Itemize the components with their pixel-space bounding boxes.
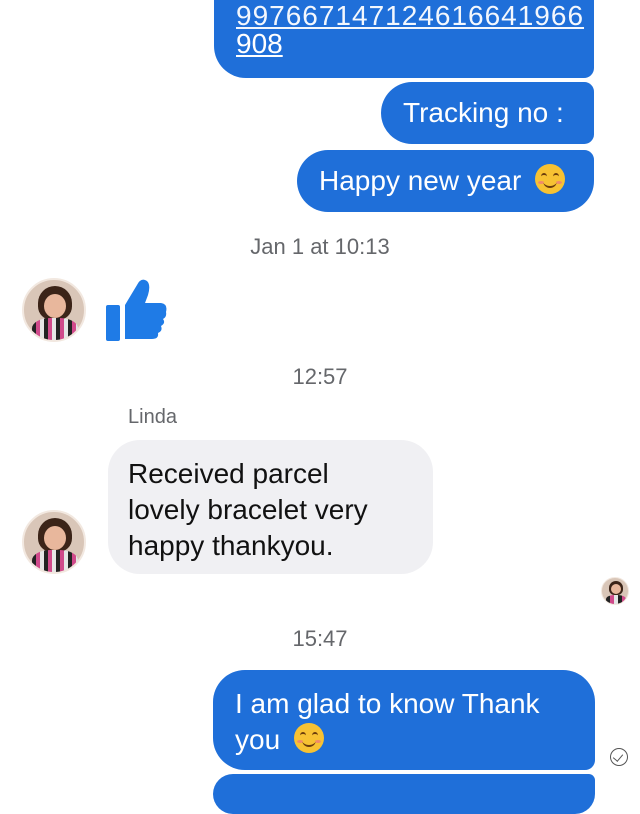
outgoing-message-tracking-label[interactable]: Tracking no : <box>381 82 594 144</box>
message-line: happy thankyou. <box>128 530 334 561</box>
sender-name: Linda <box>128 406 177 428</box>
outgoing-message-glad[interactable]: I am glad to know Thank you <box>213 670 595 770</box>
message-line: Received parcel <box>128 458 329 489</box>
outgoing-message-tracking-number[interactable]: 997667147124616641966 908 <box>214 0 594 78</box>
message-line: you <box>235 724 281 755</box>
thumbs-up-icon <box>106 279 167 341</box>
tracking-number-partial: 997667147124616641966 <box>236 0 585 31</box>
outgoing-message-partial[interactable] <box>213 774 595 814</box>
message-line: lovely bracelet very <box>128 494 368 525</box>
avatar[interactable] <box>22 278 86 342</box>
seen-check-icon <box>610 748 628 766</box>
incoming-message[interactable]: Received parcel lovely bracelet very hap… <box>108 440 433 574</box>
message-text: Happy new year <box>319 165 522 196</box>
smiling-emoji-icon <box>535 164 566 194</box>
timestamp: Jan 1 at 10:13 <box>250 234 390 259</box>
message-text: Tracking no : <box>403 97 564 128</box>
message-line-with-emoji: you <box>235 722 573 758</box>
message-line: I am glad to know Thank <box>235 688 540 719</box>
timestamp: 12:57 <box>292 364 348 389</box>
avatar[interactable] <box>22 510 86 574</box>
outgoing-message-new-year[interactable]: Happy new year <box>297 150 594 212</box>
relieved-emoji-icon <box>293 723 324 753</box>
timestamp: 15:47 <box>292 626 348 651</box>
tracking-number-tail[interactable]: 908 <box>236 28 283 60</box>
read-receipt-avatar <box>601 577 629 605</box>
